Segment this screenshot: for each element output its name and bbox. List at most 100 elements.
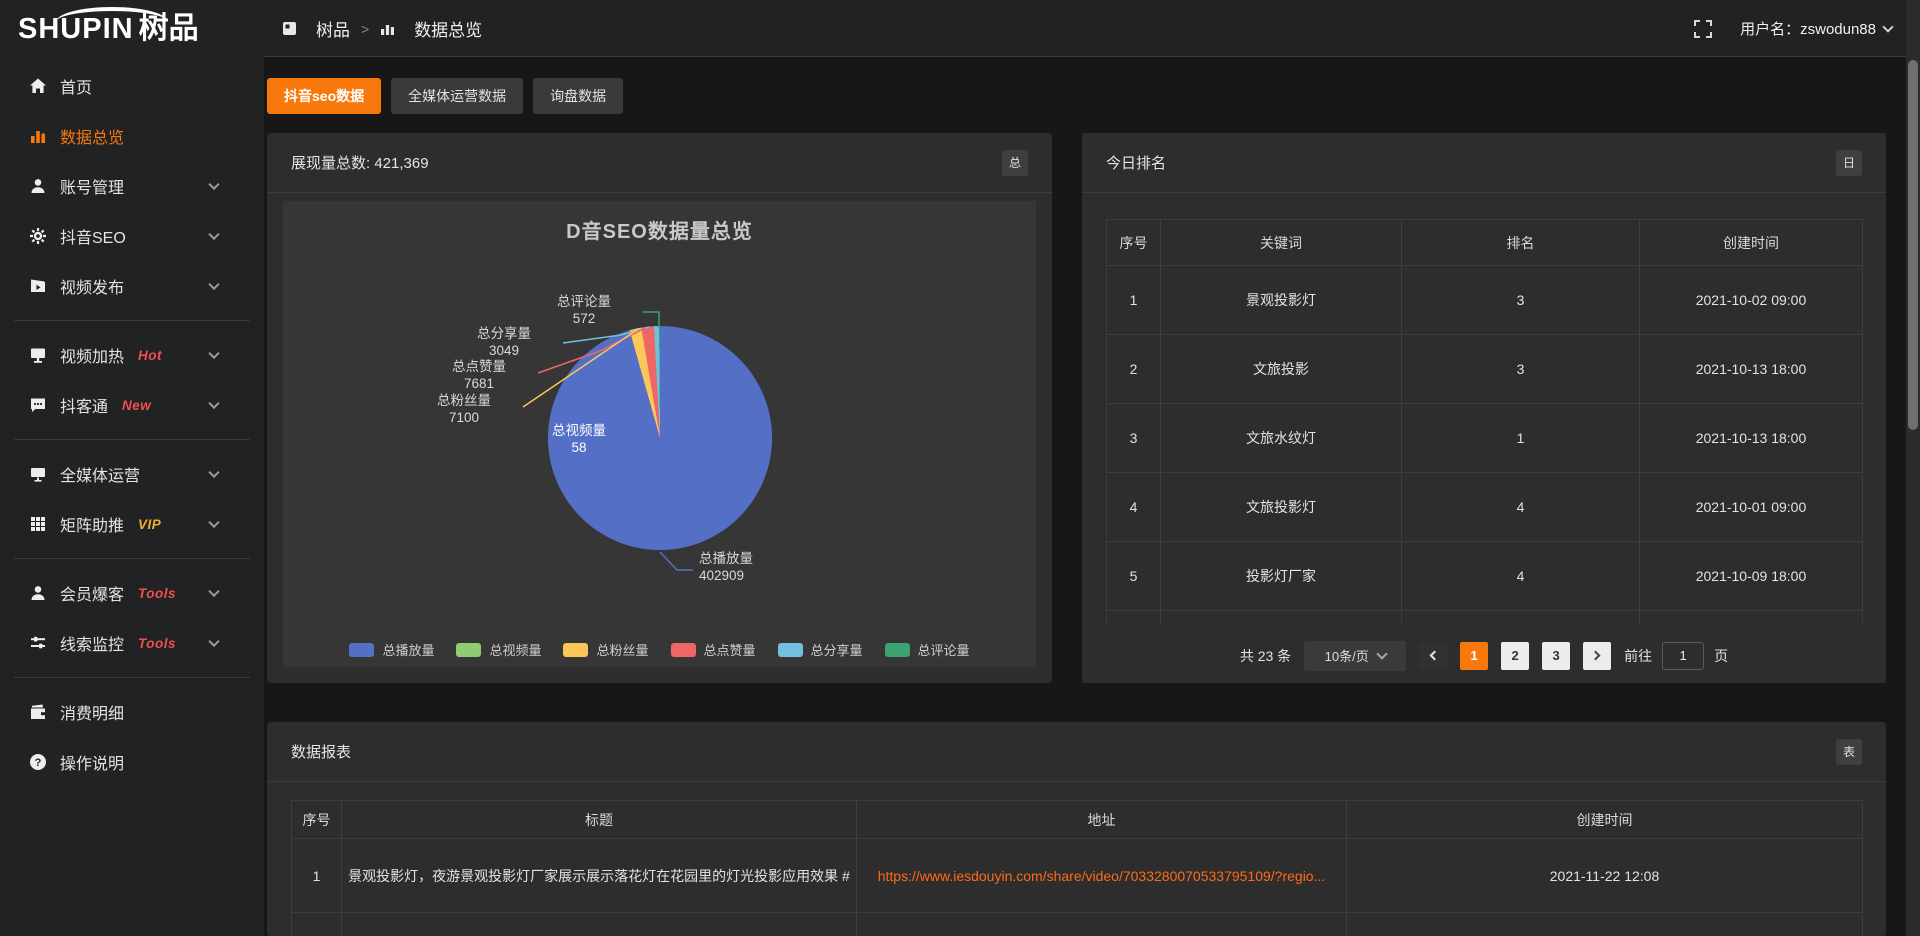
- user-menu[interactable]: 用户名：zswodun88: [1740, 18, 1892, 39]
- gear-icon: [28, 226, 48, 246]
- user-icon: [28, 583, 48, 603]
- cell-index: 2: [1107, 335, 1161, 404]
- overview-panel: 展现量总数: 421,369 总 D音SEO数据量总览 总评论量572 总分享量…: [267, 133, 1052, 683]
- sidebar-item-home[interactable]: 首页: [0, 61, 264, 111]
- col-index: 序号: [1107, 220, 1161, 266]
- tab-douyin-seo-data[interactable]: 抖音seo数据: [267, 78, 381, 114]
- tab-omnimedia-data[interactable]: 全媒体运营数据: [391, 78, 523, 114]
- grid-icon: [28, 514, 48, 534]
- wallet-icon: [28, 702, 48, 722]
- sidebar-item-video-publish[interactable]: 视频发布: [0, 261, 264, 311]
- breadcrumb-item-current[interactable]: 数据总览: [380, 16, 482, 41]
- user-icon: [28, 176, 48, 196]
- sidebar-item-data-overview[interactable]: 数据总览: [0, 111, 264, 161]
- col-title: 标题: [342, 801, 857, 839]
- chevron-down-icon: [208, 467, 219, 478]
- dashboard-icon: [282, 21, 297, 36]
- sidebar-divider: [14, 320, 250, 321]
- app-logo: SHUPIN 树品: [0, 0, 264, 57]
- sidebar-item-matrix-boost[interactable]: 矩阵助推 VIP: [0, 499, 264, 549]
- table-row: 3 文旅水纹灯 1 2021-10-13 18:00: [1107, 404, 1863, 473]
- legend-item[interactable]: 总评论量: [885, 640, 970, 659]
- chevron-down-icon: [208, 279, 219, 290]
- tab-inquiry-data[interactable]: 询盘数据: [533, 78, 623, 114]
- next-page-button[interactable]: [1583, 642, 1611, 670]
- cell-rank: 3: [1402, 266, 1640, 335]
- ranking-table: 序号 关键词 排名 创建时间 1 景观投影灯 3 2021-10-02 09:0…: [1106, 219, 1863, 623]
- username-label: 用户名：zswodun88: [1740, 18, 1876, 39]
- page-size-select[interactable]: 10条/页: [1304, 641, 1406, 671]
- sidebar-item-account[interactable]: 账号管理: [0, 161, 264, 211]
- pie-label-videos: 总视频量58: [523, 422, 635, 456]
- sidebar-item-lead-monitor[interactable]: 线索监控 Tools: [0, 618, 264, 668]
- table-row: 5 投影灯厂家 4 2021-10-09 18:00: [1107, 542, 1863, 611]
- scrollbar-track[interactable]: [1906, 0, 1920, 936]
- cell-rank: 4: [1402, 542, 1640, 611]
- tools-badge: Tools: [138, 586, 176, 601]
- chevron-right-icon: [1591, 651, 1601, 661]
- prev-page-button[interactable]: [1419, 642, 1447, 670]
- monitor-icon: [28, 345, 48, 365]
- cell-time: 2021-10-13 18:00: [1640, 335, 1863, 404]
- col-rank: 排名: [1402, 220, 1640, 266]
- home-icon: [28, 76, 48, 96]
- cell-rank: 3: [1402, 335, 1640, 404]
- tools-badge: Tools: [138, 636, 176, 651]
- page-button-3[interactable]: 3: [1542, 642, 1570, 670]
- cell-rank: 1: [1402, 404, 1640, 473]
- scrollbar-thumb[interactable]: [1908, 60, 1918, 430]
- cell-index: 5: [1107, 542, 1161, 611]
- hot-badge: Hot: [138, 348, 162, 363]
- legend-item[interactable]: 总视频量: [456, 640, 541, 659]
- data-tabs: 抖音seo数据 全媒体运营数据 询盘数据: [267, 78, 623, 114]
- fullscreen-icon[interactable]: [1694, 19, 1714, 39]
- sidebar-item-douketong[interactable]: 抖客通 New: [0, 380, 264, 430]
- sliders-icon: [28, 633, 48, 653]
- chevron-down-icon: [208, 179, 219, 190]
- sidebar-item-douyin-seo[interactable]: 抖音SEO: [0, 211, 264, 261]
- cell-time: 2021-10-09 18:00: [1640, 542, 1863, 611]
- breadcrumb-item-home[interactable]: 树品: [282, 16, 350, 41]
- sidebar-item-help[interactable]: ? 操作说明: [0, 737, 264, 787]
- goto-page-input[interactable]: [1662, 642, 1704, 670]
- sidebar-divider: [14, 677, 250, 678]
- video-link[interactable]: https://www.iesdouyin.com/share/video/70…: [878, 868, 1326, 884]
- chevron-down-icon: [208, 229, 219, 240]
- sidebar-item-label: 视频发布: [60, 274, 124, 298]
- svg-text:?: ?: [35, 757, 42, 769]
- sidebar-item-consumption[interactable]: 消费明细: [0, 687, 264, 737]
- chevron-down-icon: [208, 517, 219, 528]
- col-index: 序号: [292, 801, 342, 839]
- legend-item[interactable]: 总播放量: [349, 640, 434, 659]
- main-content: 抖音seo数据 全媒体运营数据 询盘数据 展现量总数: 421,369 总 D音…: [264, 57, 1920, 936]
- page-button-1[interactable]: 1: [1460, 642, 1488, 670]
- table-row-partial: [1107, 611, 1863, 623]
- table-badge-button[interactable]: 表: [1836, 739, 1862, 765]
- chevron-down-icon: [208, 586, 219, 597]
- video-publish-icon: [28, 276, 48, 296]
- sidebar-item-omnimedia[interactable]: 全媒体运营: [0, 449, 264, 499]
- chart-legend: 总播放量 总视频量 总粉丝量 总点赞量 总分享量 总评论量: [283, 640, 1036, 659]
- legend-item[interactable]: 总分享量: [778, 640, 863, 659]
- legend-item[interactable]: 总点赞量: [671, 640, 756, 659]
- report-panel: 数据报表 表 序号 标题 地址 创建时间 1 景观投影灯，夜游景观投影灯厂家展示…: [267, 722, 1886, 936]
- sidebar-item-label: 线索监控: [60, 631, 124, 655]
- legend-item[interactable]: 总粉丝量: [563, 640, 648, 659]
- ranking-panel: 今日排名 日 序号 关键词 排名 创建时间 1 景观投影灯 3 2021-10-…: [1082, 133, 1886, 683]
- report-panel-title: 数据报表: [291, 741, 351, 762]
- sidebar-item-label: 全媒体运营: [60, 462, 140, 486]
- logo-text-cn: 树品: [139, 14, 199, 44]
- page-button-2[interactable]: 2: [1501, 642, 1529, 670]
- sidebar-item-label: 抖客通: [60, 393, 108, 417]
- day-badge-button[interactable]: 日: [1836, 150, 1862, 176]
- total-badge-button[interactable]: 总: [1002, 150, 1028, 176]
- cell-keyword: 文旅投影: [1161, 335, 1402, 404]
- cell-index: 1: [1107, 266, 1161, 335]
- sidebar-item-video-heating[interactable]: 视频加热 Hot: [0, 330, 264, 380]
- cell-keyword: 景观投影灯: [1161, 266, 1402, 335]
- cell-keyword: 文旅水纹灯: [1161, 404, 1402, 473]
- goto-label: 前往: [1624, 646, 1652, 666]
- sidebar-item-member-burst[interactable]: 会员爆客 Tools: [0, 568, 264, 618]
- col-time: 创建时间: [1347, 801, 1863, 839]
- cell-rank: 4: [1402, 473, 1640, 542]
